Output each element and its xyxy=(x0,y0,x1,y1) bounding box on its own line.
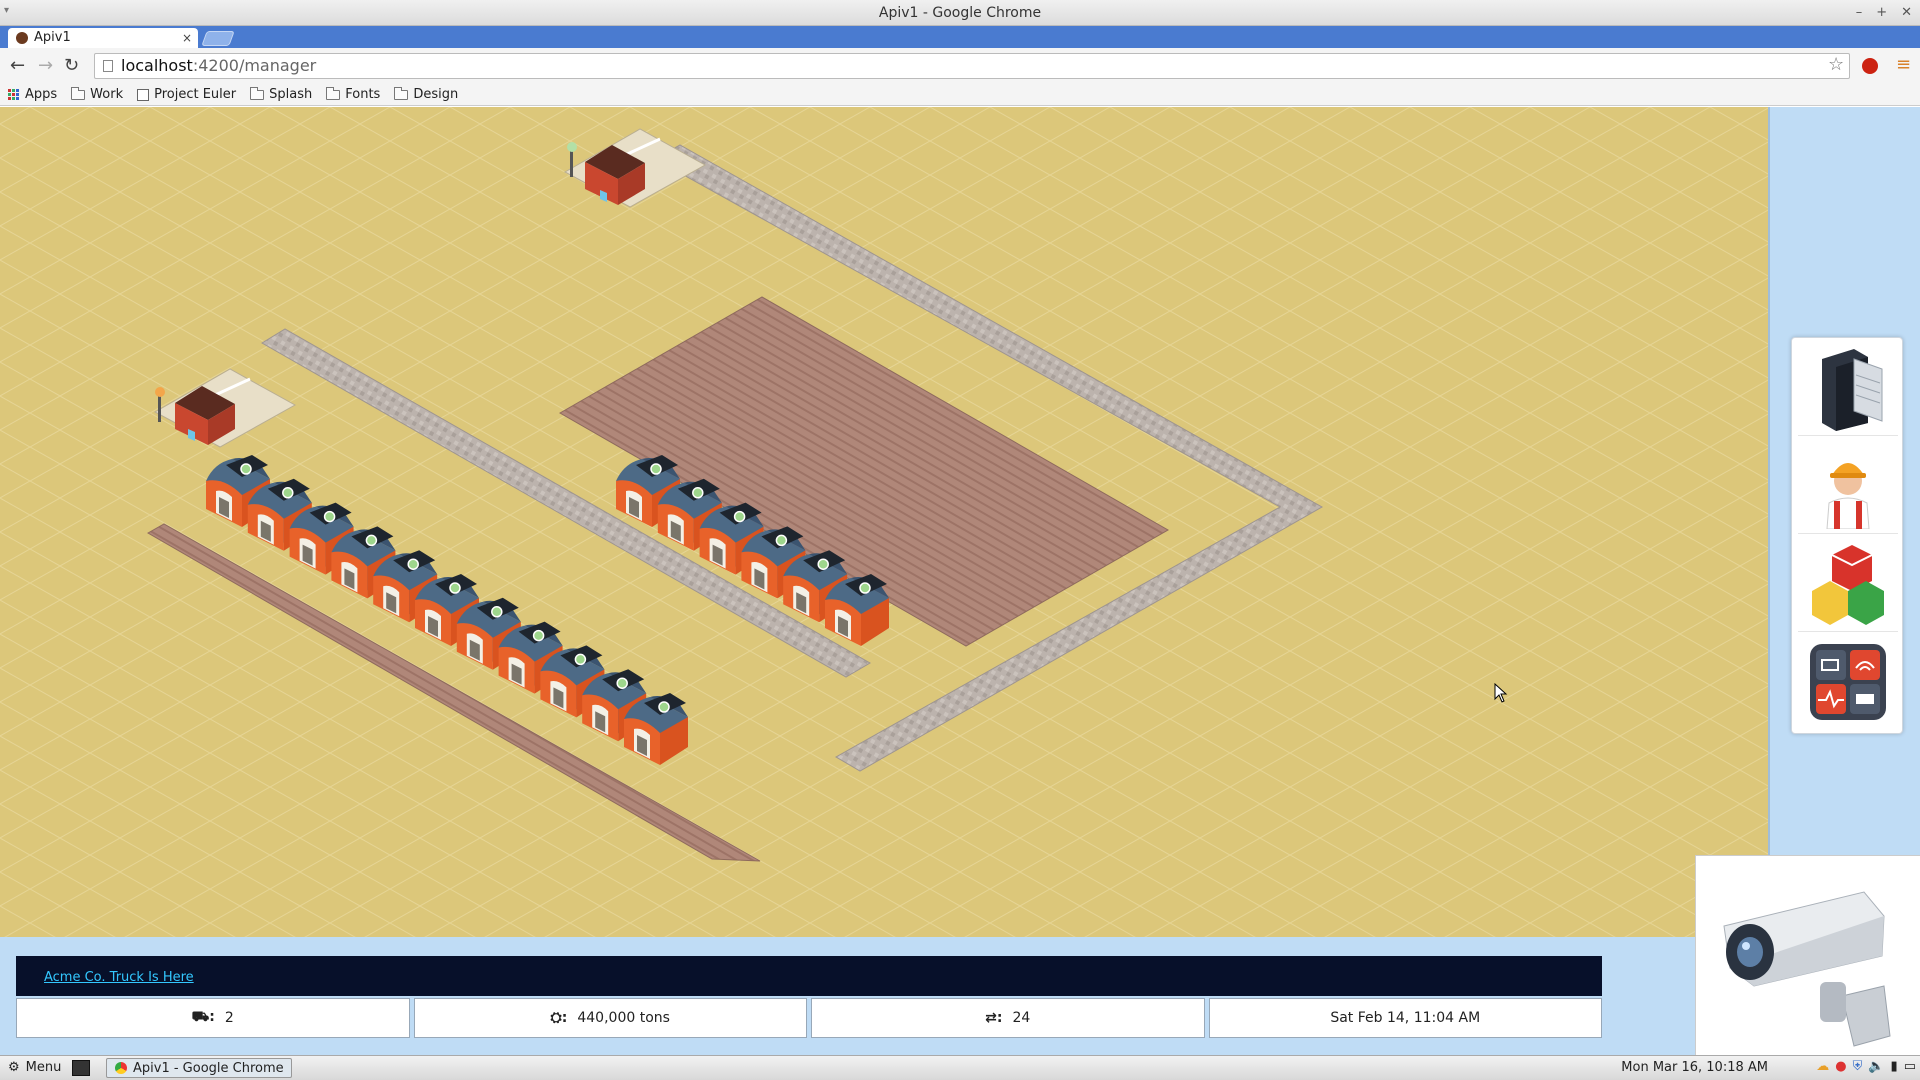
cargo-icon: ⛭: xyxy=(550,1010,568,1026)
stat-cargo: ⛭: 440,000 tons xyxy=(413,998,807,1038)
tab-strip: Apiv1 × xyxy=(0,26,1920,48)
new-tab-button[interactable] xyxy=(201,31,235,46)
minimize-button[interactable]: – xyxy=(1856,0,1863,26)
system-status-icon xyxy=(1810,644,1886,720)
volume-icon[interactable]: 🔈 xyxy=(1868,1059,1884,1074)
shield-icon[interactable]: ⛨ xyxy=(1853,1059,1863,1074)
bookmark-label: Design xyxy=(413,87,459,102)
system-status-button[interactable] xyxy=(1798,634,1898,730)
tool-panel xyxy=(1791,337,1903,734)
start-menu-button[interactable]: ⚙ Menu xyxy=(8,1060,61,1075)
bookmark-star-icon[interactable]: ☆ xyxy=(1828,54,1844,76)
transfer-icon: ⇄: xyxy=(985,1010,1003,1026)
bookmarks-bar: Apps Work Project Euler Splash Fonts Des… xyxy=(0,84,1920,106)
status-panel: Acme Co. Truck Is Here ⛟: 2 ⛭: 440,000 t… xyxy=(0,937,1695,1055)
camera-panel[interactable] xyxy=(1695,855,1920,1055)
worker-button[interactable] xyxy=(1798,438,1898,534)
chrome-menu-icon[interactable]: ≡ xyxy=(1896,54,1911,76)
favicon-icon xyxy=(16,32,28,44)
battery-icon[interactable]: ▭ xyxy=(1904,1059,1916,1074)
isometric-map[interactable] xyxy=(0,107,1768,937)
server-rack-icon xyxy=(1822,348,1883,431)
stat-value: 2 xyxy=(224,1010,234,1026)
address-bar[interactable]: localhost:4200/manager xyxy=(94,53,1850,79)
stats-row: ⛟: 2 ⛭: 440,000 tons ⇄: 24 Sat Feb 14, 1… xyxy=(16,998,1602,1038)
bookmark-label: Project Euler xyxy=(154,87,237,102)
security-camera-icon xyxy=(1723,891,1891,1047)
tab-close-icon[interactable]: × xyxy=(182,28,192,48)
worker-icon xyxy=(1826,462,1870,529)
taskbar-window-label: Apiv1 - Google Chrome xyxy=(133,1060,284,1076)
terminal-icon[interactable] xyxy=(72,1060,90,1076)
start-menu-label: Menu xyxy=(25,1060,62,1075)
bookmark-label: Apps xyxy=(25,87,58,102)
stat-value: Sat Feb 14, 11:04 AM xyxy=(1330,1010,1481,1026)
forward-button[interactable]: → xyxy=(38,56,53,76)
url-path: :4200/manager xyxy=(192,56,317,75)
os-taskbar: ⚙ Menu Apiv1 - Google Chrome Mon Mar 16,… xyxy=(0,1055,1920,1080)
stat-transfers: ⇄: 24 xyxy=(811,998,1205,1038)
reload-button[interactable]: ↻ xyxy=(64,56,79,76)
truck-icon: ⛟: xyxy=(191,1009,215,1025)
chrome-tray-icon[interactable]: ● xyxy=(1835,1059,1846,1074)
bookmark-design[interactable]: Design xyxy=(394,86,459,102)
cargo-boxes-icon xyxy=(1812,544,1884,625)
stat-game-date: Sat Feb 14, 11:04 AM xyxy=(1208,998,1602,1038)
stat-trucks: ⛟: 2 xyxy=(16,998,410,1038)
mouse-cursor xyxy=(1494,683,1508,703)
network-icon[interactable]: ▮ xyxy=(1891,1059,1898,1074)
system-clock: Mon Mar 16, 10:18 AM xyxy=(1621,1060,1768,1075)
server-rack-button[interactable] xyxy=(1798,340,1898,436)
tab-apiv1[interactable]: Apiv1 × xyxy=(8,28,198,48)
gear-icon: ⚙ xyxy=(8,1060,20,1075)
window-title-bar: ▾ Apiv1 - Google Chrome – + ✕ xyxy=(0,0,1920,26)
stat-value: 440,000 tons xyxy=(577,1010,670,1026)
bookmark-splash[interactable]: Splash xyxy=(250,86,313,102)
close-window-button[interactable]: ✕ xyxy=(1901,0,1912,26)
window-title: Apiv1 - Google Chrome xyxy=(878,5,1042,21)
page-icon xyxy=(103,60,113,72)
bookmark-label: Work xyxy=(90,87,124,102)
news-ticker: Acme Co. Truck Is Here xyxy=(16,956,1602,996)
news-link[interactable]: Acme Co. Truck Is Here xyxy=(44,970,194,985)
bookmark-apps[interactable]: Apps xyxy=(8,87,57,102)
bookmark-fonts[interactable]: Fonts xyxy=(326,86,381,102)
game-viewport[interactable] xyxy=(0,107,1768,937)
folder-icon xyxy=(394,86,409,100)
cargo-boxes-button[interactable] xyxy=(1798,536,1898,632)
tab-label: Apiv1 xyxy=(34,30,71,45)
folder-icon xyxy=(250,86,265,100)
bookmark-project-euler[interactable]: Project Euler xyxy=(137,87,236,102)
folder-icon xyxy=(326,86,341,100)
project-euler-icon xyxy=(137,88,150,101)
bookmark-label: Splash xyxy=(269,87,313,102)
stat-value: 24 xyxy=(1012,1010,1031,1026)
browser-toolbar: ← → ↻ localhost:4200/manager ☆ ≡ xyxy=(0,48,1920,84)
weather-icon[interactable]: ☁ xyxy=(1816,1059,1829,1074)
window-controls: – + ✕ xyxy=(1856,0,1912,26)
apps-grid-icon xyxy=(8,88,20,101)
url-host: localhost xyxy=(121,56,193,75)
chrome-icon xyxy=(115,1062,127,1074)
system-tray: ☁ ● ⛨ 🔈 ▮ ▭ xyxy=(1816,1059,1916,1074)
bookmark-label: Fonts xyxy=(345,87,381,102)
back-button[interactable]: ← xyxy=(10,56,25,76)
bookmark-work[interactable]: Work xyxy=(71,86,124,102)
maximize-button[interactable]: + xyxy=(1876,0,1887,26)
window-menu-button[interactable]: ▾ xyxy=(4,0,9,22)
folder-icon xyxy=(71,86,86,100)
extension-icon[interactable] xyxy=(1862,58,1878,74)
taskbar-chrome-window[interactable]: Apiv1 - Google Chrome xyxy=(106,1058,292,1078)
